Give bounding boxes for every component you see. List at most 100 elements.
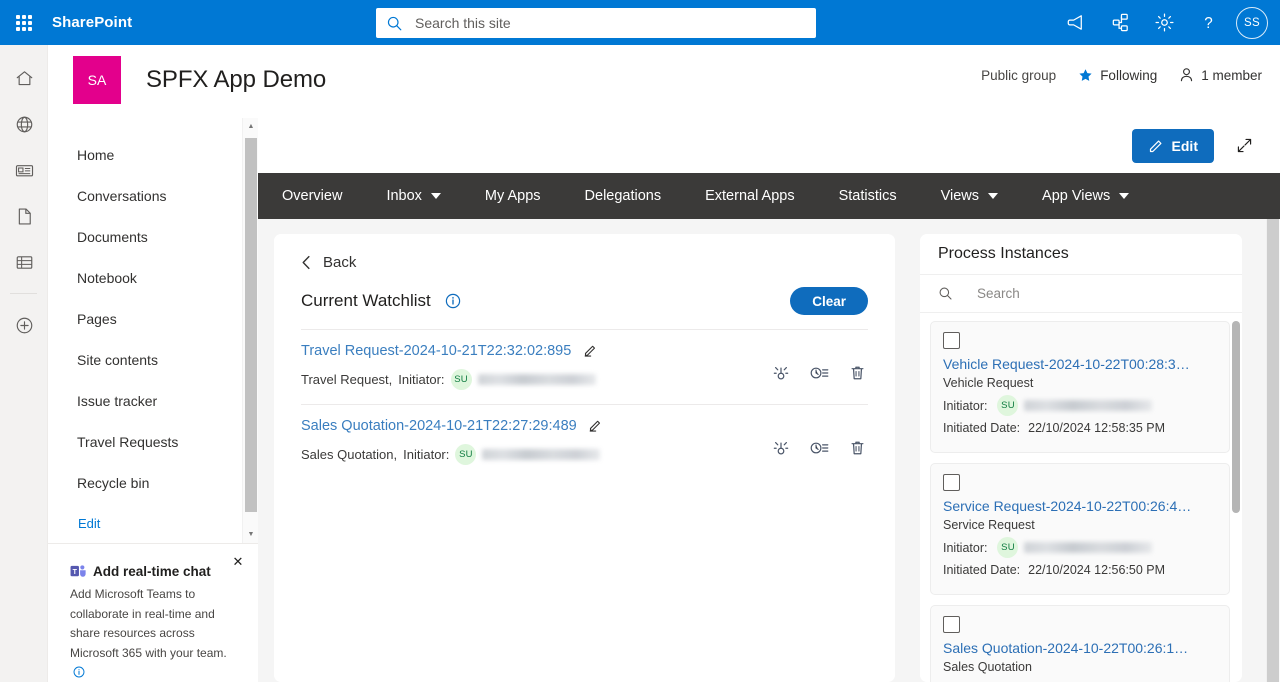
select-checkbox[interactable] bbox=[943, 616, 960, 633]
process-list-scrollbar-thumb[interactable] bbox=[1232, 321, 1240, 513]
select-checkbox[interactable] bbox=[943, 474, 960, 491]
site-privacy-label: Public group bbox=[981, 67, 1057, 83]
nav-item-conversations[interactable]: Conversations bbox=[48, 175, 258, 216]
svg-text:?: ? bbox=[1204, 15, 1213, 32]
page-title[interactable]: SPFX App Demo bbox=[146, 66, 326, 94]
scroll-down-icon[interactable]: ▼ bbox=[243, 526, 259, 543]
delete-icon[interactable] bbox=[849, 364, 866, 382]
rail-item-globe[interactable] bbox=[0, 101, 48, 147]
nav-scrollbar[interactable]: ▲ ▼ bbox=[242, 118, 258, 543]
unwatch-icon[interactable] bbox=[772, 364, 790, 382]
nav-item-label: Home bbox=[77, 146, 115, 163]
initiator-label: Initiator: bbox=[943, 540, 988, 555]
nav-item-issue-tracker[interactable]: Issue tracker bbox=[48, 380, 258, 421]
callout-body: Add Microsoft Teams to collaborate in re… bbox=[70, 585, 240, 682]
nav-item-home[interactable]: Home bbox=[48, 134, 258, 175]
chevron-down-icon bbox=[1119, 193, 1130, 199]
history-icon[interactable] bbox=[810, 439, 829, 457]
scroll-up-icon[interactable]: ▲ bbox=[243, 118, 259, 135]
process-instance-date: Initiated Date: 22/10/2024 12:58:35 PM bbox=[943, 421, 1217, 435]
app-launcher-button[interactable] bbox=[0, 0, 48, 45]
history-icon[interactable] bbox=[810, 364, 829, 382]
callout-title: T Add real-time chat bbox=[70, 564, 240, 579]
back-button[interactable]: Back bbox=[301, 254, 868, 271]
initiator-avatar: SU bbox=[997, 537, 1019, 558]
info-icon[interactable] bbox=[73, 665, 85, 682]
tab-statistics[interactable]: Statistics bbox=[817, 173, 919, 219]
process-instance-link[interactable]: Service Request-2024-10-22T00:26:4… bbox=[943, 498, 1217, 514]
search-input[interactable] bbox=[413, 14, 806, 32]
clear-button[interactable]: Clear bbox=[790, 287, 868, 315]
nav-item-documents[interactable]: Documents bbox=[48, 216, 258, 257]
watchlist-item-link[interactable]: Sales Quotation-2024-10-21T22:27:29:489 bbox=[301, 418, 577, 434]
rail-item-news[interactable] bbox=[0, 147, 48, 193]
tab-my-apps[interactable]: My Apps bbox=[463, 173, 563, 219]
members-button[interactable]: 1 member bbox=[1179, 67, 1262, 83]
rail-item-documents[interactable] bbox=[0, 193, 48, 239]
sharepoint-brand[interactable]: SharePoint bbox=[52, 14, 132, 31]
process-search-input[interactable] bbox=[975, 285, 1224, 302]
site-logo[interactable]: SA bbox=[73, 56, 121, 104]
nav-item-site-contents[interactable]: Site contents bbox=[48, 339, 258, 380]
nav-item-recycle-bin[interactable]: Recycle bin bbox=[48, 462, 258, 503]
process-instance-initiator: Initiator: SU bbox=[943, 395, 1217, 416]
rail-item-home[interactable] bbox=[0, 55, 48, 101]
diagram-icon[interactable] bbox=[1098, 0, 1142, 45]
tab-overview[interactable]: Overview bbox=[258, 173, 364, 219]
teams-callout: ✕ T Add real-time chat Add Microsoft Tea… bbox=[48, 543, 258, 682]
avatar[interactable]: SS bbox=[1236, 6, 1268, 39]
tab-label: App Views bbox=[1042, 188, 1111, 204]
gear-icon[interactable] bbox=[1142, 0, 1186, 45]
page-canvas: Back Current Watchlist Clear Travel Requ… bbox=[258, 219, 1280, 682]
process-instance-type: Service Request bbox=[943, 518, 1035, 532]
tab-inbox[interactable]: Inbox bbox=[364, 173, 462, 219]
delete-icon[interactable] bbox=[849, 439, 866, 457]
tab-app-views[interactable]: App Views bbox=[1020, 173, 1151, 219]
watchlist-row-actions bbox=[772, 342, 868, 382]
process-instances-list: Vehicle Request-2024-10-22T00:28:3… Vehi… bbox=[920, 313, 1242, 682]
initiator-name-redacted bbox=[1024, 542, 1153, 553]
pencil-icon[interactable] bbox=[589, 418, 602, 437]
following-button[interactable]: Following bbox=[1078, 68, 1157, 83]
watchlist-title: Current Watchlist bbox=[301, 291, 431, 310]
page-scrollbar[interactable] bbox=[1266, 219, 1280, 682]
page-scrollbar-thumb[interactable] bbox=[1267, 219, 1279, 682]
process-instances-search[interactable] bbox=[920, 275, 1242, 313]
tab-external-apps[interactable]: External Apps bbox=[683, 173, 816, 219]
chevron-down-icon bbox=[988, 193, 999, 199]
site-navigation: Home Conversations Documents Notebook Pa… bbox=[48, 118, 258, 543]
tab-label: External Apps bbox=[705, 188, 795, 204]
tab-views[interactable]: Views bbox=[919, 173, 1020, 219]
tab-label: Overview bbox=[282, 188, 343, 204]
nav-item-label: Travel Requests bbox=[77, 433, 179, 450]
process-instance-link[interactable]: Vehicle Request-2024-10-22T00:28:3… bbox=[943, 356, 1217, 372]
select-checkbox[interactable] bbox=[943, 332, 960, 349]
help-icon[interactable]: ? bbox=[1186, 0, 1230, 45]
expand-icon[interactable] bbox=[1232, 134, 1256, 158]
unwatch-icon[interactable] bbox=[772, 439, 790, 457]
nav-scrollbar-thumb[interactable] bbox=[245, 138, 257, 512]
initiator-initials: SU bbox=[454, 374, 468, 385]
close-icon[interactable]: ✕ bbox=[228, 552, 248, 572]
initiator-label: Initiator: bbox=[403, 447, 450, 462]
nav-edit-link[interactable]: Edit bbox=[48, 503, 258, 543]
megaphone-icon[interactable] bbox=[1054, 0, 1098, 45]
watchlist-item-link[interactable]: Travel Request-2024-10-21T22:32:02:895 bbox=[301, 343, 571, 359]
site-search-box[interactable] bbox=[376, 8, 816, 38]
info-icon[interactable] bbox=[445, 293, 461, 309]
nav-item-pages[interactable]: Pages bbox=[48, 298, 258, 339]
chevron-left-icon bbox=[302, 255, 310, 270]
tab-delegations[interactable]: Delegations bbox=[563, 173, 684, 219]
rail-item-lists[interactable] bbox=[0, 239, 48, 285]
list-item: Vehicle Request-2024-10-22T00:28:3… Vehi… bbox=[930, 321, 1230, 453]
tab-label: Inbox bbox=[386, 188, 422, 204]
process-instance-link[interactable]: Sales Quotation-2024-10-22T00:26:1… bbox=[943, 640, 1217, 656]
nav-item-notebook[interactable]: Notebook bbox=[48, 257, 258, 298]
search-icon bbox=[386, 15, 403, 32]
site-logo-initials: SA bbox=[87, 72, 107, 88]
edit-button[interactable]: Edit bbox=[1131, 128, 1214, 163]
site-meta: Public group Following 1 member bbox=[981, 67, 1262, 83]
rail-item-create[interactable] bbox=[0, 302, 48, 348]
pencil-icon[interactable] bbox=[584, 343, 597, 362]
nav-item-travel-requests[interactable]: Travel Requests bbox=[48, 421, 258, 462]
